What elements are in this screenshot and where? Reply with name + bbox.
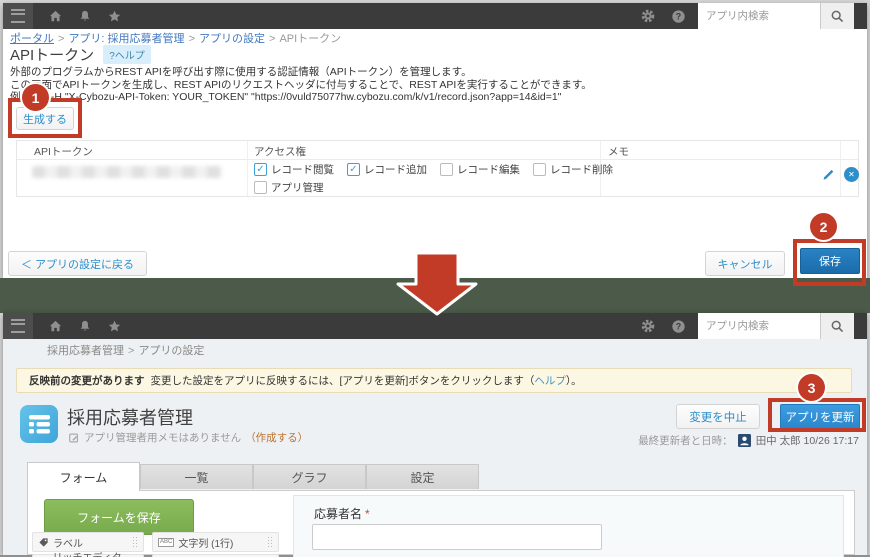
tag-icon <box>38 537 49 548</box>
api-token-table: APIトークン アクセス権 メモ ✓ レコード閲覧 ✓ レコード追加 レコー <box>16 140 859 197</box>
highlight-box-update <box>768 398 866 432</box>
delete-token-icon[interactable]: ✕ <box>844 167 859 182</box>
screen2-app-settings: ? 採用応募者管理>アプリの設定 反映前の変更があります 変更した設定をアプリに… <box>3 313 867 555</box>
gear-icon[interactable] <box>640 8 656 24</box>
api-token-masked <box>32 166 222 178</box>
abc-icon: ABC <box>158 538 174 547</box>
column-header-access: アクセス権 <box>254 144 306 159</box>
app-search-input[interactable] <box>698 313 820 339</box>
breadcrumb-current: APIトークン <box>279 33 341 45</box>
search-button[interactable] <box>820 3 854 29</box>
permission-app-manage: アプリ管理 <box>254 180 324 195</box>
checkbox-record-view[interactable]: ✓ <box>254 163 267 176</box>
breadcrumb-app[interactable]: 採用応募者管理 <box>47 345 124 357</box>
red-down-arrow-icon <box>384 251 490 317</box>
breadcrumb: 採用応募者管理>アプリの設定 <box>47 342 204 358</box>
last-updated-label: 最終更新者と日時： <box>638 433 733 448</box>
cancel-button[interactable]: キャンセル <box>705 251 785 276</box>
gear-icon[interactable] <box>640 318 656 334</box>
highlight-box-save <box>793 239 866 286</box>
page-title-row: APIトークン ?ヘルプ <box>10 44 151 65</box>
star-icon[interactable] <box>107 319 122 334</box>
drag-handle[interactable] <box>132 536 138 548</box>
checkbox-record-add[interactable]: ✓ <box>347 163 360 176</box>
banner-text-tail: ）。 <box>566 373 582 388</box>
help-badge[interactable]: ?ヘルプ <box>103 45 151 64</box>
hamburger-icon <box>11 9 25 23</box>
pending-changes-banner: 反映前の変更があります 変更した設定をアプリに反映するには、[アプリを更新]ボタ… <box>16 368 852 393</box>
banner-text: 変更した設定をアプリに反映するには、[アプリを更新]ボタンをクリックします（ <box>151 373 535 388</box>
back-to-app-settings-button[interactable]: ＜ アプリの設定に戻る <box>8 251 147 276</box>
description: 外部のプログラムからREST APIを呼び出す際に使用する認証情報（APIトーク… <box>10 66 592 104</box>
tab-settings[interactable]: 設定 <box>366 464 479 489</box>
description-line-1: 外部のプログラムからREST APIを呼び出す際に使用する認証情報（APIトーク… <box>10 66 592 79</box>
search-icon <box>830 319 845 334</box>
annotation-step-1: 1 <box>22 84 49 111</box>
permission-record-edit: レコード編集 <box>440 162 520 177</box>
app-search <box>698 313 854 339</box>
form-save-button[interactable]: フォームを保存 <box>44 499 194 535</box>
last-updated-value: 田中 太郎 10/26 17:17 <box>756 433 859 448</box>
checkbox-record-edit[interactable] <box>440 163 453 176</box>
column-header-api-token: APIトークン <box>34 144 93 159</box>
svg-text:?: ? <box>676 11 681 21</box>
breadcrumb-current: アプリの設定 <box>138 345 204 357</box>
field-label: 応募者名 <box>314 507 362 521</box>
annotation-step-3: 3 <box>798 374 825 401</box>
tab-list[interactable]: 一覧 <box>140 464 253 489</box>
app-title: 採用応募者管理 <box>67 404 193 430</box>
app-search <box>698 3 854 29</box>
hamburger-menu-button[interactable] <box>3 3 33 29</box>
permission-row-2: アプリ管理 <box>254 180 324 195</box>
help-icon[interactable]: ? <box>671 319 686 334</box>
form-preview-canvas: 応募者名* <box>293 495 844 557</box>
banner-bold-text: 反映前の変更があります <box>29 373 145 388</box>
table-header-divider <box>17 159 858 160</box>
field-label-row: 応募者名* <box>314 505 370 522</box>
hamburger-menu-button[interactable] <box>3 313 33 339</box>
last-updated-row: 最終更新者と日時： 田中 太郎 10/26 17:17 <box>3 433 859 448</box>
permission-record-add: ✓ レコード追加 <box>347 162 427 177</box>
form-editor-panel: フォームを保存 ラベル ABC 文字列 (1行) リッチエディター 文字列 (複… <box>27 490 855 555</box>
home-icon[interactable] <box>48 319 63 334</box>
checkbox-record-delete[interactable] <box>533 163 546 176</box>
banner-help-link[interactable]: ヘルプ <box>534 373 566 388</box>
tab-form[interactable]: フォーム <box>27 462 140 491</box>
description-line-2: この画面でAPIトークンを生成し、REST APIのリクエストヘッダに付与するこ… <box>10 79 592 92</box>
app-search-input[interactable] <box>698 3 820 29</box>
screen1-api-token-settings: ? ポータル>アプリ: 採用応募者管理>アプリの設定>APIトークン APIトー… <box>3 3 867 278</box>
discard-changes-button[interactable]: 変更を中止 <box>676 404 760 429</box>
permission-record-view: ✓ レコード閲覧 <box>254 162 334 177</box>
bell-icon[interactable] <box>78 319 92 334</box>
required-asterisk: * <box>365 507 370 521</box>
applicant-name-input[interactable] <box>312 524 602 550</box>
permission-row-1: ✓ レコード閲覧 ✓ レコード追加 レコード編集 レコード削除 <box>254 162 613 177</box>
star-icon[interactable] <box>107 9 122 24</box>
permission-record-delete: レコード削除 <box>533 162 613 177</box>
bell-icon[interactable] <box>78 9 92 24</box>
user-avatar-icon <box>738 434 751 447</box>
tab-graph[interactable]: グラフ <box>253 464 366 489</box>
example-curl-line: 例：curl -H "X-Cybozu-API-Token: YOUR_TOKE… <box>10 91 592 104</box>
edit-pencil-icon[interactable] <box>822 168 835 181</box>
svg-text:?: ? <box>676 321 681 331</box>
page-title: APIトークン <box>10 44 94 65</box>
palette-item-text-single[interactable]: ABC 文字列 (1行) <box>152 532 279 552</box>
search-button[interactable] <box>820 313 854 339</box>
help-icon[interactable]: ? <box>671 9 686 24</box>
search-icon <box>830 9 845 24</box>
breadcrumb-app-settings-link[interactable]: アプリの設定 <box>199 33 265 45</box>
drag-handle[interactable] <box>267 536 273 548</box>
column-header-memo: メモ <box>608 144 629 159</box>
annotation-step-2: 2 <box>810 213 837 240</box>
home-icon[interactable] <box>48 9 63 24</box>
checkbox-app-manage[interactable] <box>254 181 267 194</box>
hamburger-icon <box>11 319 25 333</box>
screenshot-composite: ? ポータル>アプリ: 採用応募者管理>アプリの設定>APIトークン APIトー… <box>0 0 870 557</box>
screen1-topbar: ? <box>3 3 867 29</box>
